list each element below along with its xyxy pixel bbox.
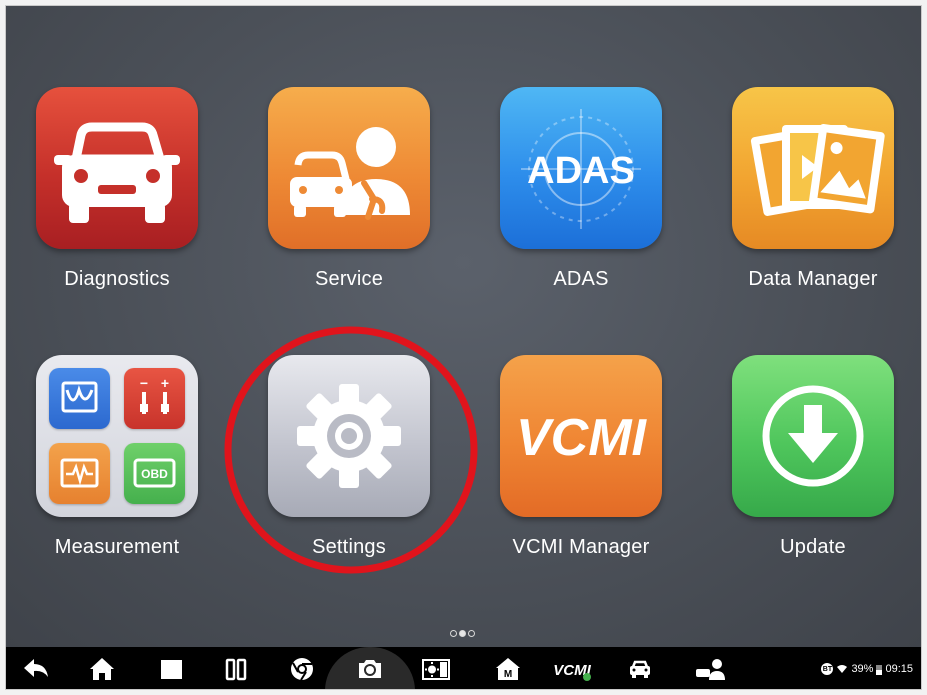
app-label: Settings xyxy=(312,536,386,558)
app-settings[interactable]: Settings xyxy=(238,355,438,595)
navigation-bar: M VCMI BT 39% 09:15 xyxy=(6,647,921,689)
gear-icon xyxy=(268,355,430,517)
car-front-icon xyxy=(36,87,198,249)
page-indicator xyxy=(450,629,480,639)
page-dot xyxy=(450,630,457,637)
measurement-icon: − + OBD xyxy=(36,355,198,517)
app-label: Service xyxy=(314,268,384,290)
vcmi-shortcut-icon[interactable]: VCMI xyxy=(550,653,596,685)
browser-icon[interactable] xyxy=(286,653,318,685)
app-label: Diagnostics xyxy=(64,268,170,290)
technician-icon[interactable] xyxy=(692,653,728,685)
back-icon[interactable] xyxy=(20,653,52,685)
obd-text: OBD xyxy=(141,467,168,481)
app-service[interactable]: Service xyxy=(238,87,438,327)
svg-text:−: − xyxy=(140,375,148,391)
app-label: Data Manager xyxy=(748,268,878,290)
vcmi-icon: VCMI xyxy=(500,355,662,517)
manufacturer-home-icon[interactable]: M xyxy=(492,653,524,685)
battery-percent: 39% xyxy=(851,663,874,675)
home-screen: Diagnostics Service ADAS ADAS Data Manag… xyxy=(6,6,921,647)
clock: 09:15 xyxy=(885,663,913,675)
wifi-icon xyxy=(837,665,848,673)
svg-text:+: + xyxy=(161,375,169,391)
app-diagnostics[interactable]: Diagnostics xyxy=(6,87,206,327)
vcmi-text: VCMI xyxy=(516,409,648,467)
obd-icon: OBD xyxy=(124,443,185,504)
app-update[interactable]: Update xyxy=(702,355,902,595)
app-label: Measurement xyxy=(54,536,180,558)
waveform-icon xyxy=(49,443,110,504)
svg-text:M: M xyxy=(504,669,512,680)
page-dot xyxy=(468,630,475,637)
app-measurement[interactable]: − + OBD Measurement xyxy=(6,355,206,595)
photo-files-icon xyxy=(732,87,894,249)
vehicle-icon[interactable] xyxy=(624,653,656,685)
battery-icon xyxy=(876,664,883,675)
camera-icon[interactable] xyxy=(354,653,386,685)
app-label: Update xyxy=(780,536,846,558)
app-vcmi-manager[interactable]: VCMI VCMI Manager xyxy=(470,355,670,595)
app-adas[interactable]: ADAS ADAS xyxy=(470,87,670,327)
app-label: ADAS xyxy=(553,268,609,290)
app-label: VCMI Manager xyxy=(512,536,650,558)
adas-text: ADAS xyxy=(527,150,635,192)
recent-apps-icon[interactable] xyxy=(154,653,186,685)
multimeter-icon: − + xyxy=(124,368,185,429)
adas-icon: ADAS xyxy=(500,87,662,249)
app-data-manager[interactable]: Data Manager xyxy=(702,87,902,327)
split-screen-icon[interactable] xyxy=(220,653,252,685)
bluetooth-icon: BT xyxy=(821,663,834,675)
status-bar: BT 39% 09:15 xyxy=(821,660,913,678)
service-technician-icon xyxy=(268,87,430,249)
home-icon[interactable] xyxy=(86,653,118,685)
display-brightness-icon[interactable] xyxy=(420,653,452,685)
page-dot-active xyxy=(459,630,466,637)
oscilloscope-icon xyxy=(49,368,110,429)
download-arrow-icon xyxy=(732,355,894,517)
device-frame: Diagnostics Service ADAS ADAS Data Manag… xyxy=(5,5,922,690)
